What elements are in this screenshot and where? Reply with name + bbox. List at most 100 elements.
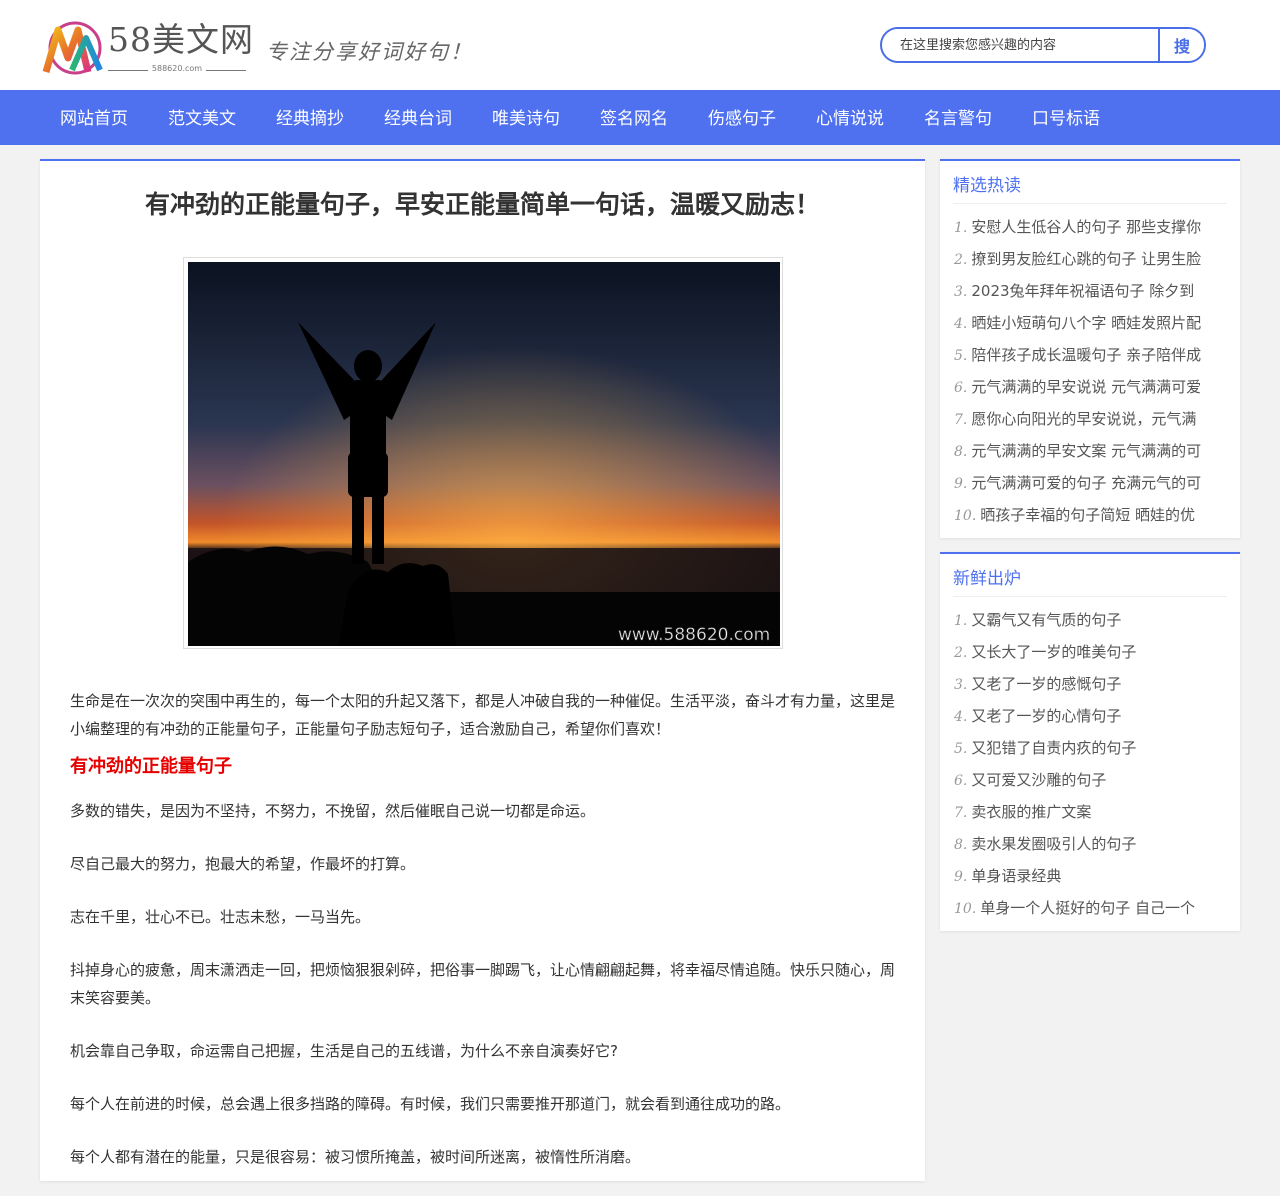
list-item-number: 8. <box>954 837 968 853</box>
list-item[interactable]: 6. 又可爱又沙雕的句子 <box>954 764 1229 796</box>
list-item-number: 1. <box>954 220 968 236</box>
main-nav: 网站首页 范文美文 经典摘抄 经典台词 唯美诗句 签名网名 伤感句子 心情说说 … <box>0 90 1280 145</box>
quote-sentence: 每个人在前进的时候，总会遇上很多挡路的障碍。有时候，我们只需要推开那道门，就会看… <box>70 1095 791 1113</box>
list-item[interactable]: 4. 晒娃小短萌句八个字 晒娃发照片配 <box>954 307 1229 339</box>
nav-item-lines[interactable]: 经典台词 <box>384 90 452 145</box>
list-item-link[interactable]: 又长大了一岁的唯美句子 <box>971 643 1136 661</box>
nav-item-signatures[interactable]: 签名网名 <box>600 90 668 145</box>
list-item-link[interactable]: 又老了一岁的心情句子 <box>971 707 1121 725</box>
list-item-number: 5. <box>954 741 968 757</box>
list-item-link[interactable]: 卖衣服的推广文案 <box>971 803 1091 821</box>
list-item[interactable]: 7. 卖衣服的推广文案 <box>954 796 1229 828</box>
nav-item-sad-quotes[interactable]: 伤感句子 <box>708 90 776 145</box>
list-item[interactable]: 2. 又长大了一岁的唯美句子 <box>954 636 1229 668</box>
nav-item-moods[interactable]: 心情说说 <box>816 90 884 145</box>
list-item-number: 7. <box>954 412 968 428</box>
nav-item-home[interactable]: 网站首页 <box>60 90 128 145</box>
list-item-number: 4. <box>954 316 968 332</box>
quote-sentence: 尽自己最大的努力，抱最大的希望，作最坏的打算。 <box>70 855 416 873</box>
list-item-number: 10. <box>954 901 977 917</box>
site-header: 58美文网 588620.com 专注分享好词好句！ 搜 <box>0 0 1280 90</box>
list-item[interactable]: 2. 撩到男友脸红心跳的句子 让男生脸 <box>954 243 1229 275</box>
list-item-link[interactable]: 陪伴孩子成长温暖句子 亲子陪伴成 <box>971 346 1201 364</box>
article-title: 有冲劲的正能量句子，早安正能量简单一句话，温暖又励志！ <box>144 190 820 219</box>
list-item[interactable]: 3. 2023兔年拜年祝福语句子 除夕到 <box>954 275 1229 307</box>
search-button[interactable]: 搜 <box>1158 29 1204 61</box>
list-item[interactable]: 9. 单身语录经典 <box>954 860 1229 892</box>
list-item-link[interactable]: 又犯错了自责内疚的句子 <box>971 739 1136 757</box>
list-item[interactable]: 3. 又老了一岁的感慨句子 <box>954 668 1229 700</box>
list-item[interactable]: 10. 晒孩子幸福的句子简短 晒娃的优 <box>954 499 1229 531</box>
list-item-number: 2. <box>954 645 968 661</box>
list-item[interactable]: 7. 愿你心向阳光的早安说说，元气满 <box>954 403 1229 435</box>
article-content: 生命是在一次次的突围中再生的，每一个太阳的升起又落下，都是人冲破自我的一种催促。… <box>70 687 898 1196</box>
list-item-number: 9. <box>954 476 968 492</box>
search-input[interactable] <box>882 29 1160 61</box>
list-item[interactable]: 1. 安慰人生低谷人的句子 那些支撑你 <box>954 211 1229 243</box>
list-item-number: 9. <box>954 869 968 885</box>
list-item[interactable]: 9. 元气满满可爱的句子 充满元气的可 <box>954 467 1229 499</box>
quote-sentence: 多数的错失，是因为不坚持，不努力，不挽留，然后催眠自己说一切都是命运。 <box>70 802 596 820</box>
site-slogan: 专注分享好词好句！ <box>266 40 473 64</box>
nav-item-slogans[interactable]: 口号标语 <box>1032 90 1100 145</box>
sidebar-hot-title: 精选热读 <box>953 176 1021 196</box>
site-logo-icon[interactable] <box>42 18 104 78</box>
list-item-link[interactable]: 又老了一岁的感慨句子 <box>971 675 1121 693</box>
list-item-number: 6. <box>954 380 968 396</box>
nav-item-poems[interactable]: 唯美诗句 <box>492 90 560 145</box>
quote-sentence: 志在千里，壮心不已。壮志未愁，一马当先。 <box>70 908 371 926</box>
list-item-link[interactable]: 又霸气又有气质的句子 <box>971 611 1121 629</box>
site-logo-domain: 588620.com <box>108 64 246 73</box>
list-item-number: 10. <box>954 508 977 524</box>
list-item-link[interactable]: 又可爱又沙雕的句子 <box>971 771 1106 789</box>
list-item-number: 8. <box>954 444 968 460</box>
list-item-link[interactable]: 愿你心向阳光的早安说说，元气满 <box>971 410 1196 428</box>
list-item-number: 5. <box>954 348 968 364</box>
list-item-link[interactable]: 元气满满的早安说说 元气满满可爱 <box>971 378 1201 396</box>
nav-item-excerpts[interactable]: 经典摘抄 <box>276 90 344 145</box>
list-item[interactable]: 10. 单身一个人挺好的句子 自己一个 <box>954 892 1229 924</box>
list-item[interactable]: 5. 又犯错了自责内疚的句子 <box>954 732 1229 764</box>
list-item[interactable]: 8. 元气满满的早安文案 元气满满的可 <box>954 435 1229 467</box>
list-item-link[interactable]: 单身语录经典 <box>971 867 1061 885</box>
article-panel: 有冲劲的正能量句子，早安正能量简单一句话，温暖又励志！ www.588620.c… <box>40 159 925 1181</box>
sidebar-fresh-title: 新鲜出炉 <box>953 569 1021 589</box>
quote-sentence: 抖掉身心的疲惫，周末潇洒走一回，把烦恼狠狠剁碎，把俗事一脚踢飞，让心情翩翩起舞，… <box>70 961 896 1007</box>
site-logo-text[interactable]: 58美文网 <box>108 20 254 60</box>
list-item[interactable]: 5. 陪伴孩子成长温暖句子 亲子陪伴成 <box>954 339 1229 371</box>
list-item-number: 4. <box>954 709 968 725</box>
list-item-number: 3. <box>954 284 968 300</box>
image-watermark: www.588620.com <box>618 625 770 645</box>
list-item[interactable]: 4. 又老了一岁的心情句子 <box>954 700 1229 732</box>
list-item-link[interactable]: 晒娃小短萌句八个字 晒娃发照片配 <box>971 314 1201 332</box>
list-item-link[interactable]: 晒孩子幸福的句子简短 晒娃的优 <box>980 506 1195 524</box>
list-item-link[interactable]: 安慰人生低谷人的句子 那些支撑你 <box>971 218 1201 236</box>
search-box: 搜 <box>880 27 1206 63</box>
divider <box>953 203 1227 204</box>
nav-item-aphorisms[interactable]: 名言警句 <box>924 90 992 145</box>
list-item-link[interactable]: 单身一个人挺好的句子 自己一个 <box>980 899 1195 917</box>
hot-list: 1. 安慰人生低谷人的句子 那些支撑你 2. 撩到男友脸红心跳的句子 让男生脸 3.… <box>954 211 1229 531</box>
nav-item-essays[interactable]: 范文美文 <box>168 90 236 145</box>
list-item-number: 6. <box>954 773 968 789</box>
article-intro: 生命是在一次次的突围中再生的，每一个太阳的升起又落下，都是人冲破自我的一种催促。… <box>70 692 896 738</box>
list-item-link[interactable]: 撩到男友脸红心跳的句子 让男生脸 <box>971 250 1201 268</box>
sidebar-hot-box: 精选热读 1. 安慰人生低谷人的句子 那些支撑你 2. 撩到男友脸红心跳的句子 让男… <box>940 159 1240 538</box>
sidebar-fresh-box: 新鲜出炉 1. 又霸气又有气质的句子 2. 又长大了一岁的唯美句子 3. 又老了一岁的… <box>940 552 1240 931</box>
list-item-link[interactable]: 元气满满可爱的句子 充满元气的可 <box>971 474 1201 492</box>
article-image: www.588620.com <box>188 262 780 646</box>
list-item-link[interactable]: 卖水果发圈吸引人的句子 <box>971 835 1136 853</box>
list-item[interactable]: 8. 卖水果发圈吸引人的句子 <box>954 828 1229 860</box>
list-item-number: 7. <box>954 805 968 821</box>
quote-sentence: 机会靠自己争取，命运需自己把握，生活是自己的五线谱，为什么不亲自演奏好它? <box>70 1042 618 1060</box>
list-item-number: 2. <box>954 252 968 268</box>
divider <box>953 596 1227 597</box>
list-item[interactable]: 1. 又霸气又有气质的句子 <box>954 604 1229 636</box>
fresh-list: 1. 又霸气又有气质的句子 2. 又长大了一岁的唯美句子 3. 又老了一岁的感慨句子 … <box>954 604 1229 924</box>
list-item-number: 3. <box>954 677 968 693</box>
article-image-frame: www.588620.com <box>183 257 783 649</box>
list-item-link[interactable]: 2023兔年拜年祝福语句子 除夕到 <box>971 282 1194 300</box>
list-item-link[interactable]: 元气满满的早安文案 元气满满的可 <box>971 442 1201 460</box>
list-item-number: 1. <box>954 613 968 629</box>
list-item[interactable]: 6. 元气满满的早安说说 元气满满可爱 <box>954 371 1229 403</box>
